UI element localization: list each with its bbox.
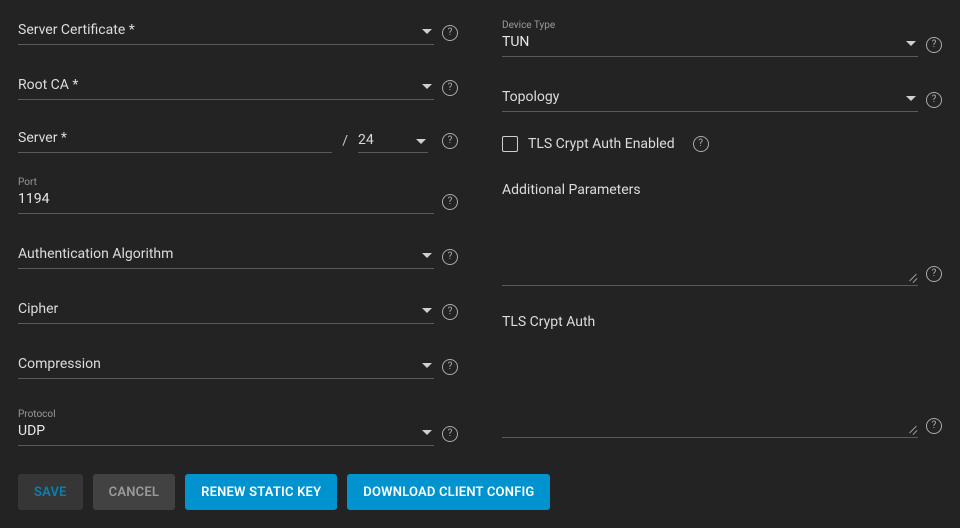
auth-algorithm-label: Authentication Algorithm xyxy=(18,246,173,262)
additional-parameters-label: Additional Parameters xyxy=(502,182,942,198)
compression-field[interactable]: Compression xyxy=(18,352,458,379)
port-value: 1194 xyxy=(18,191,49,207)
port-label: Port xyxy=(18,177,434,189)
help-icon[interactable] xyxy=(442,249,458,265)
help-icon[interactable] xyxy=(442,80,458,96)
download-client-config-button[interactable]: DOWNLOAD CLIENT CONFIG xyxy=(347,474,550,510)
button-bar: SAVE CANCEL RENEW STATIC KEY DOWNLOAD CL… xyxy=(18,474,550,510)
help-icon[interactable] xyxy=(442,304,458,320)
renew-static-key-button[interactable]: RENEW STATIC KEY xyxy=(185,474,337,510)
topology-label: Topology xyxy=(502,89,559,105)
root-ca-field[interactable]: Root CA * xyxy=(18,73,458,100)
help-icon[interactable] xyxy=(926,418,942,434)
server-cidr-value: 24 xyxy=(358,132,374,148)
server-input[interactable]: Server * xyxy=(18,128,332,153)
help-icon[interactable] xyxy=(442,194,458,210)
chevron-down-icon xyxy=(422,363,432,368)
chevron-down-icon xyxy=(422,29,432,34)
chevron-down-icon xyxy=(416,139,426,144)
tls-crypt-auth-textarea[interactable] xyxy=(502,340,918,438)
help-icon[interactable] xyxy=(442,25,458,41)
device-type-label: Device Type xyxy=(502,20,918,32)
device-type-field[interactable]: Device Type TUN xyxy=(502,18,942,57)
chevron-down-icon xyxy=(422,253,432,258)
help-icon[interactable] xyxy=(926,92,942,108)
additional-parameters-wrap: Additional Parameters xyxy=(502,182,942,286)
chevron-down-icon xyxy=(906,96,916,101)
chevron-down-icon xyxy=(422,308,432,313)
compression-label: Compression xyxy=(18,356,101,372)
server-certificate-label: Server Certificate * xyxy=(18,22,135,38)
chevron-down-icon xyxy=(422,430,432,435)
help-icon[interactable] xyxy=(442,133,458,149)
server-cidr-select[interactable]: 24 xyxy=(358,132,428,153)
protocol-value: UDP xyxy=(18,423,45,439)
help-icon[interactable] xyxy=(442,359,458,375)
save-button[interactable]: SAVE xyxy=(18,474,83,510)
help-icon[interactable] xyxy=(926,266,942,282)
protocol-label: Protocol xyxy=(18,409,434,421)
help-icon[interactable] xyxy=(693,136,709,152)
server-certificate-field[interactable]: Server Certificate * xyxy=(18,18,458,45)
resize-handle-icon[interactable] xyxy=(908,423,918,433)
resize-handle-icon[interactable] xyxy=(908,271,918,281)
cidr-slash: / xyxy=(342,133,348,153)
root-ca-label: Root CA * xyxy=(18,77,78,93)
form-page: Server Certificate * Root CA * Server * xyxy=(0,0,960,528)
tls-crypt-auth-label: TLS Crypt Auth xyxy=(502,314,942,330)
help-icon[interactable] xyxy=(442,426,458,442)
right-column: Device Type TUN Topology TLS Crypt Auth … xyxy=(502,18,942,474)
chevron-down-icon xyxy=(906,41,916,46)
cancel-button[interactable]: CANCEL xyxy=(93,474,175,510)
tls-crypt-auth-wrap: TLS Crypt Auth xyxy=(502,314,942,438)
chevron-down-icon xyxy=(422,84,432,89)
server-label: Server * xyxy=(18,130,67,146)
tls-crypt-auth-enabled-label: TLS Crypt Auth Enabled xyxy=(528,136,675,152)
auth-algorithm-field[interactable]: Authentication Algorithm xyxy=(18,242,458,269)
protocol-field[interactable]: Protocol UDP xyxy=(18,407,458,446)
topology-field[interactable]: Topology xyxy=(502,85,942,112)
tls-crypt-auth-enabled-row: TLS Crypt Auth Enabled xyxy=(502,136,942,152)
help-icon[interactable] xyxy=(926,37,942,53)
tls-crypt-auth-enabled-checkbox[interactable] xyxy=(502,136,518,152)
additional-parameters-textarea[interactable] xyxy=(502,208,918,286)
left-column: Server Certificate * Root CA * Server * xyxy=(18,18,458,474)
columns: Server Certificate * Root CA * Server * xyxy=(18,18,942,474)
server-field: Server * / 24 xyxy=(18,128,458,153)
cipher-label: Cipher xyxy=(18,301,58,317)
device-type-value: TUN xyxy=(502,34,529,50)
port-field[interactable]: Port 1194 xyxy=(18,175,458,214)
cipher-field[interactable]: Cipher xyxy=(18,297,458,324)
